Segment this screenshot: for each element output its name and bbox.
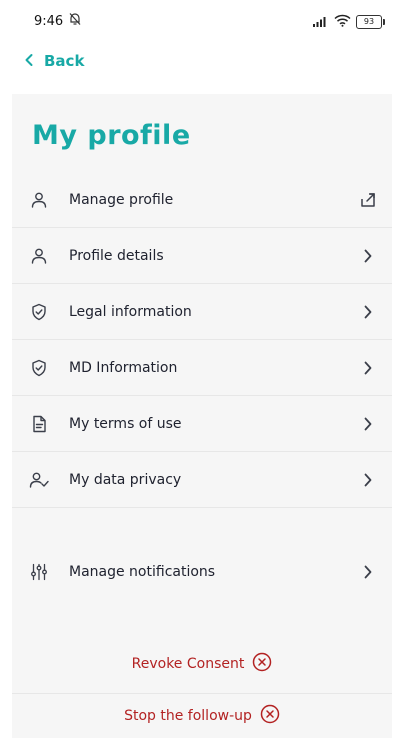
- shield-check-icon: [29, 358, 49, 378]
- back-label: Back: [44, 52, 85, 70]
- battery-level: 93: [363, 16, 375, 26]
- menu-item-profile-details[interactable]: Profile details: [12, 228, 392, 284]
- sliders-icon: [29, 562, 49, 582]
- user-icon: [29, 190, 49, 210]
- chevron-left-icon: [24, 52, 34, 71]
- chevron-right-icon: [358, 562, 378, 582]
- back-button[interactable]: Back: [24, 50, 84, 72]
- menu-item-manage-notifications[interactable]: Manage notifications: [12, 544, 392, 600]
- chevron-right-icon: [358, 246, 378, 266]
- chevron-right-icon: [358, 302, 378, 322]
- revoke-consent-button[interactable]: Revoke Consent: [12, 636, 392, 692]
- wifi-icon: [334, 12, 351, 31]
- menu-item-label: Manage profile: [69, 191, 174, 208]
- close-circle-icon: [260, 704, 280, 728]
- stop-follow-up-button[interactable]: Stop the follow-up: [12, 694, 392, 738]
- status-bar: 9:46 93: [0, 0, 404, 42]
- user-icon: [29, 246, 49, 266]
- stop-follow-up-label: Stop the follow-up: [124, 708, 252, 724]
- menu-item-md-information[interactable]: MD Information: [12, 340, 392, 396]
- menu-item-data-privacy[interactable]: My data privacy: [12, 452, 392, 508]
- menu-item-label: Profile details: [69, 247, 164, 264]
- menu-item-terms-of-use[interactable]: My terms of use: [12, 396, 392, 452]
- status-time-group: 9:46: [34, 12, 82, 30]
- chevron-right-icon: [358, 414, 378, 434]
- chevron-right-icon: [358, 470, 378, 490]
- menu-item-label: MD Information: [69, 359, 178, 376]
- menu-item-label: Manage notifications: [69, 564, 216, 580]
- status-time: 9:46: [34, 13, 64, 29]
- close-circle-icon: [252, 652, 272, 676]
- menu-item-label: Legal information: [69, 303, 192, 320]
- external-link-icon: [358, 190, 378, 210]
- shield-check-icon: [29, 302, 49, 322]
- page-title: My profile: [32, 120, 191, 151]
- revoke-consent-label: Revoke Consent: [131, 656, 245, 672]
- cell-signal-icon: [313, 12, 329, 31]
- menu-item-label: My data privacy: [69, 471, 182, 488]
- chevron-right-icon: [358, 358, 378, 378]
- menu-item-legal-information[interactable]: Legal information: [12, 284, 392, 340]
- menu-item-label: My terms of use: [69, 415, 182, 432]
- alarm-off-icon: [68, 12, 82, 30]
- status-indicators: 93: [313, 12, 385, 31]
- user-check-icon: [29, 470, 49, 490]
- profile-panel: My profile Manage profile Profile detail: [12, 94, 392, 738]
- battery-icon: 93: [356, 14, 385, 29]
- menu-item-manage-profile[interactable]: Manage profile: [12, 172, 392, 228]
- document-icon: [29, 414, 49, 434]
